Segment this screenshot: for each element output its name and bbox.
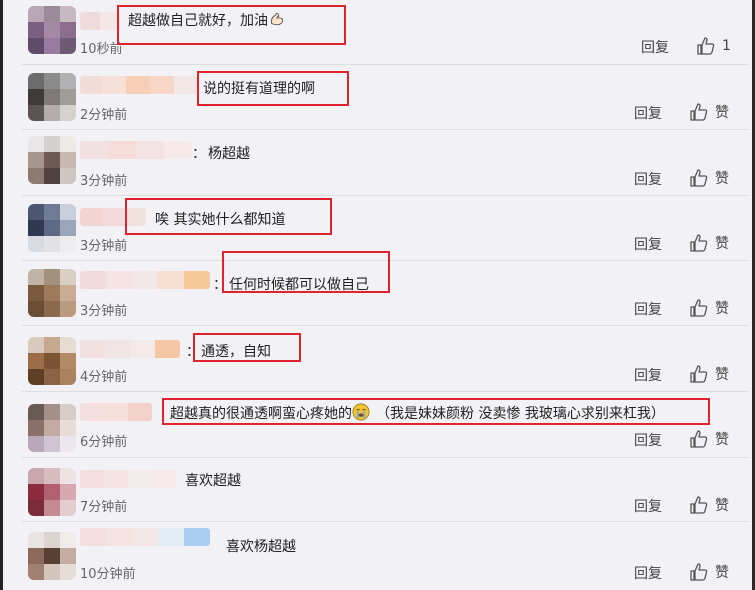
reply-button[interactable]: 回复 <box>634 234 662 254</box>
like-label: 赞 <box>715 498 729 514</box>
reply-button[interactable]: 回复 <box>634 103 662 123</box>
avatar[interactable] <box>28 269 76 317</box>
highlight-box <box>125 198 332 235</box>
reply-button[interactable]: 回复 <box>641 37 669 57</box>
comment-time: 3分钟前 <box>80 174 128 189</box>
comment-time: 4分钟前 <box>80 370 128 385</box>
comment-text: 喜欢超越 <box>185 473 241 489</box>
comment-time: 10分钟前 <box>80 567 136 582</box>
avatar[interactable] <box>28 6 76 54</box>
reply-button[interactable]: 回复 <box>634 365 662 385</box>
like-button[interactable]: 赞 <box>689 168 729 188</box>
like-button[interactable]: 赞 <box>689 562 729 582</box>
avatar[interactable] <box>28 73 76 121</box>
highlight-box <box>162 398 710 425</box>
comment-item: 说的挺有道理的啊 2分钟前 回复 赞 <box>0 65 755 130</box>
username-blurred[interactable] <box>80 76 198 94</box>
comment-time: 3分钟前 <box>80 239 128 254</box>
thumbs-up-icon <box>690 496 708 514</box>
username-blurred[interactable] <box>80 271 210 289</box>
like-button[interactable]: 赞 <box>689 298 729 318</box>
avatar[interactable] <box>28 337 76 385</box>
like-button[interactable]: 赞 <box>689 233 729 253</box>
username-blurred[interactable] <box>80 470 176 488</box>
highlight-box <box>193 333 301 362</box>
highlight-box <box>222 251 390 293</box>
comment-time: 2分钟前 <box>80 108 128 123</box>
comment-time: 7分钟前 <box>80 500 128 515</box>
avatar[interactable] <box>28 468 76 516</box>
reply-button[interactable]: 回复 <box>634 299 662 319</box>
reply-button[interactable]: 回复 <box>634 430 662 450</box>
username-blurred[interactable] <box>80 141 192 159</box>
like-label: 赞 <box>715 171 729 187</box>
comment-time: 3分钟前 <box>80 304 128 319</box>
reply-button[interactable]: 回复 <box>634 169 662 189</box>
thumbs-up-icon <box>690 299 708 317</box>
thumbs-up-icon <box>690 365 708 383</box>
comment-item: 喜欢杨超越 10分钟前 回复 赞 <box>0 522 755 590</box>
username-blurred[interactable] <box>80 12 120 30</box>
comment-item: ： 通透，自知 4分钟前 回复 赞 <box>0 326 755 392</box>
like-button[interactable]: 1 <box>696 36 731 56</box>
comment-text: 杨超越 <box>208 146 250 162</box>
comment-item: ： 杨超越 3分钟前 回复 赞 <box>0 130 755 196</box>
thumbs-up-icon <box>690 234 708 252</box>
like-label: 赞 <box>715 367 729 383</box>
username-blurred[interactable] <box>80 403 152 421</box>
like-label: 赞 <box>715 236 729 252</box>
like-button[interactable]: 赞 <box>689 364 729 384</box>
comment-text: 喜欢杨超越 <box>226 539 296 555</box>
reply-button[interactable]: 回复 <box>634 563 662 583</box>
username-blurred[interactable] <box>80 340 180 358</box>
like-label: 赞 <box>715 432 729 448</box>
like-count: 1 <box>722 38 731 54</box>
comment-item: 超越做自己就好，加油 10秒前 回复 1 <box>0 0 755 65</box>
comment-item: 喜欢超越 7分钟前 回复 赞 <box>0 458 755 522</box>
avatar[interactable] <box>28 532 76 580</box>
username-blurred[interactable] <box>80 528 210 546</box>
highlight-box <box>117 5 346 45</box>
like-button[interactable]: 赞 <box>689 495 729 515</box>
like-label: 赞 <box>715 565 729 581</box>
like-button[interactable]: 赞 <box>689 102 729 122</box>
thumbs-up-icon <box>690 430 708 448</box>
avatar[interactable] <box>28 204 76 252</box>
comment-time: 6分钟前 <box>80 435 128 450</box>
like-label: 赞 <box>715 105 729 121</box>
thumbs-up-icon <box>690 103 708 121</box>
thumbs-up-icon <box>690 169 708 187</box>
highlight-box <box>197 71 349 106</box>
like-label: 赞 <box>715 301 729 317</box>
thumbs-up-icon <box>697 37 715 55</box>
avatar[interactable] <box>28 404 76 452</box>
colon-separator: ： <box>192 146 206 162</box>
avatar[interactable] <box>28 136 76 184</box>
thumbs-up-icon <box>690 563 708 581</box>
like-button[interactable]: 赞 <box>689 429 729 449</box>
reply-button[interactable]: 回复 <box>634 496 662 516</box>
